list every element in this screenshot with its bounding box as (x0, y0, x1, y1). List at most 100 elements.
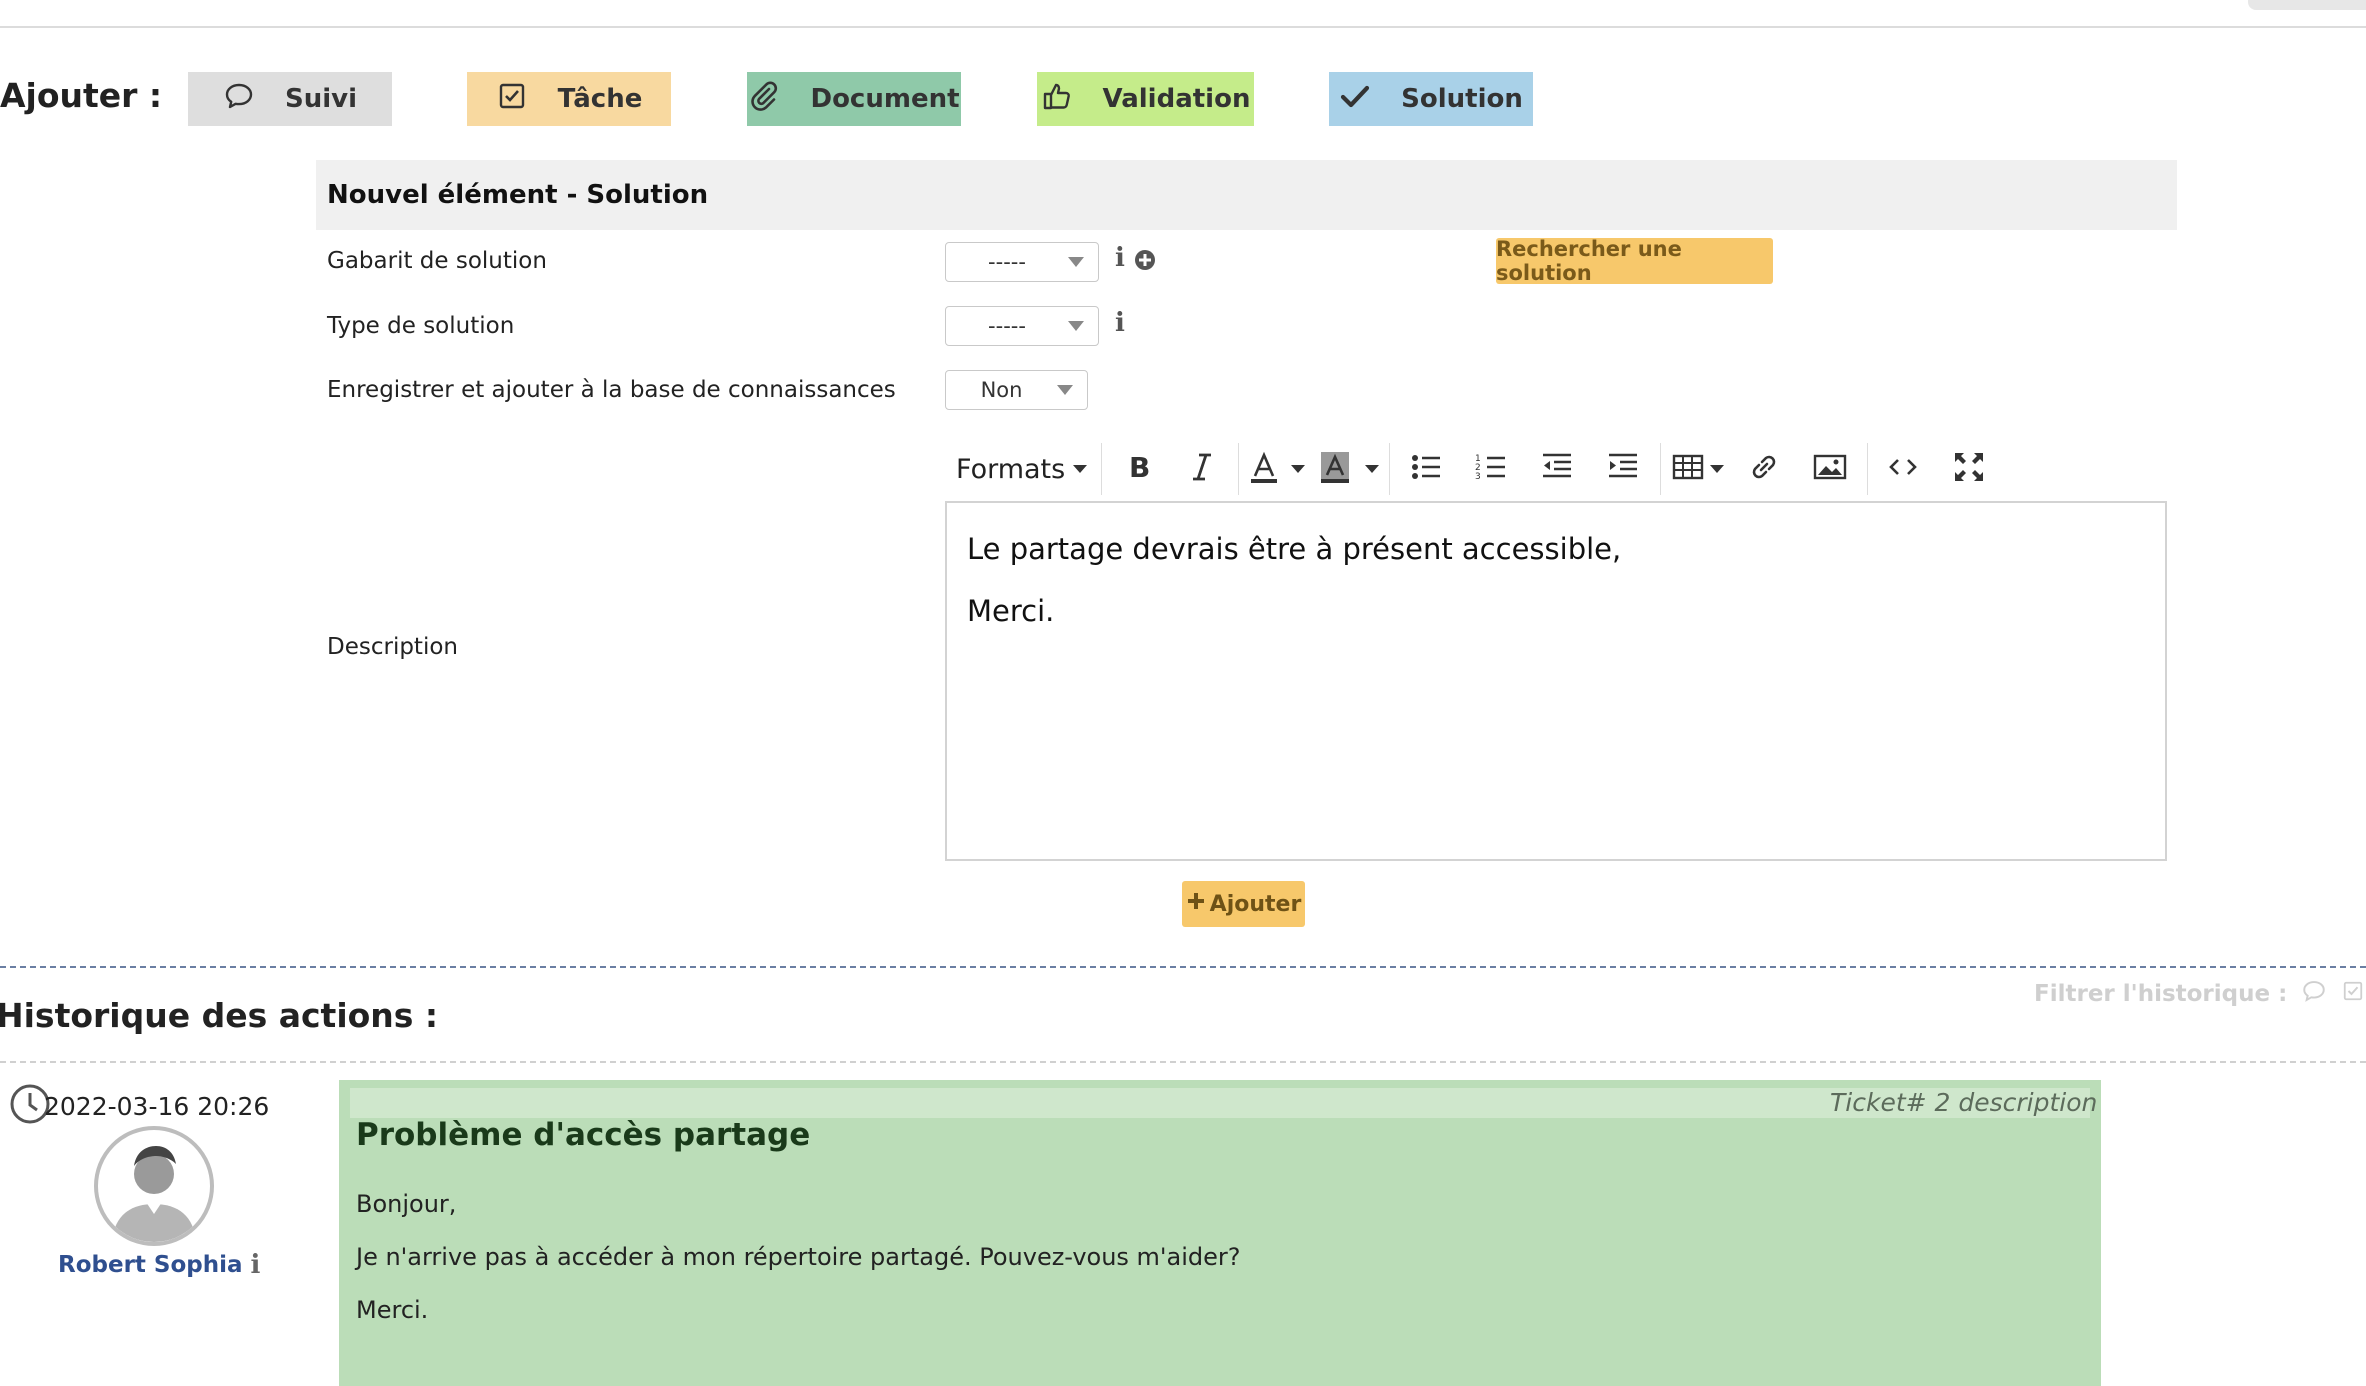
add-label: Ajouter : (0, 76, 163, 115)
chevron-down-icon (1068, 257, 1084, 267)
avatar (94, 1126, 214, 1246)
ticket-line: Bonjour, (356, 1190, 457, 1218)
info-icon[interactable]: i (1115, 308, 1125, 338)
background-color-menu[interactable] (1359, 440, 1385, 498)
editor-line: Le partage devrais être à présent access… (967, 532, 1622, 566)
filter-label: Filtrer l'historique : (2034, 981, 2288, 1007)
add-followup-label: Suivi (284, 84, 357, 114)
history-divider (0, 1061, 2366, 1063)
search-solution-button[interactable]: Rechercher une solution (1496, 237, 1773, 285)
chevron-down-icon (1068, 321, 1084, 331)
ticket-line: Merci. (356, 1296, 429, 1324)
add-validation-label: Validation (1102, 84, 1251, 114)
code-icon (1886, 450, 1920, 488)
add-circle-icon[interactable] (1134, 249, 1156, 275)
numbered-list-icon: 123 (1474, 450, 1508, 488)
author-link[interactable]: Robert Sophia i (58, 1250, 260, 1280)
template-select[interactable]: ----- (945, 242, 1099, 282)
formats-label: Formats (956, 453, 1066, 485)
add-validation-button[interactable]: Validation (1037, 72, 1254, 126)
fullscreen-icon (1952, 450, 1986, 488)
check-icon (1339, 80, 1371, 119)
kb-select[interactable]: Non (945, 370, 1088, 410)
chevron-down-icon (1073, 465, 1088, 473)
source-code-button[interactable] (1872, 440, 1934, 498)
description-editor[interactable]: Le partage devrais être à présent access… (945, 501, 2167, 861)
text-color-icon (1247, 450, 1281, 488)
chevron-down-icon (1057, 385, 1073, 395)
comment-icon[interactable] (2301, 978, 2327, 1010)
bullet-list-button[interactable] (1394, 440, 1458, 498)
add-task-label: Tâche (557, 84, 643, 114)
italic-icon (1185, 450, 1219, 488)
table-icon (1672, 450, 1706, 488)
image-icon (1813, 450, 1847, 488)
type-select[interactable]: ----- (945, 306, 1099, 346)
svg-text:B: B (1129, 451, 1150, 484)
info-icon[interactable]: i (251, 1250, 261, 1280)
kb-label: Enregistrer et ajouter à la base de conn… (327, 377, 896, 403)
editor-toolbar: Formats B 123 (946, 440, 2036, 498)
plus-icon (1186, 891, 1206, 917)
add-followup-button[interactable]: Suivi (188, 72, 392, 126)
ticket-card-header (350, 1088, 2090, 1118)
chevron-down-icon (1291, 465, 1306, 473)
info-icon[interactable]: i (1115, 243, 1125, 273)
chevron-down-icon (1365, 465, 1380, 473)
editor-line: Merci. (967, 594, 1055, 628)
comment-icon (223, 80, 255, 119)
toolbar-divider (1867, 443, 1869, 495)
fullscreen-button[interactable] (1934, 440, 2004, 498)
chevron-down-icon (1710, 465, 1725, 473)
bold-button[interactable]: B (1106, 440, 1170, 498)
outdent-button[interactable] (1524, 440, 1590, 498)
history-title: Historique des actions : (0, 996, 439, 1035)
template-label: Gabarit de solution (327, 248, 547, 274)
indent-button[interactable] (1590, 440, 1656, 498)
type-select-value: ----- (988, 314, 1026, 338)
indent-icon (1606, 450, 1640, 488)
checkbox-icon (496, 80, 528, 119)
author-name: Robert Sophia (58, 1252, 243, 1278)
highlight-color-icon (1318, 450, 1352, 488)
toolbar-divider (1238, 443, 1240, 495)
background-color-button[interactable] (1311, 440, 1359, 498)
add-solution-button[interactable]: Solution (1329, 72, 1533, 126)
text-color-button[interactable] (1243, 440, 1285, 498)
toolbar-divider (1101, 443, 1103, 495)
formats-dropdown[interactable]: Formats (946, 440, 1097, 498)
add-document-label: Document (810, 84, 960, 114)
type-label: Type de solution (327, 313, 515, 339)
image-button[interactable] (1797, 440, 1863, 498)
link-icon (1747, 450, 1781, 488)
kb-select-value: Non (980, 378, 1023, 402)
submit-add-label: Ajouter (1209, 891, 1302, 917)
bold-icon: B (1121, 450, 1155, 488)
checkbox-icon[interactable] (2341, 979, 2365, 1009)
ticket-reference: Ticket# 2 description (1830, 1088, 2098, 1117)
toolbar-divider (1660, 443, 1662, 495)
history-filter: Filtrer l'historique : (2034, 978, 2365, 1010)
add-solution-label: Solution (1401, 84, 1523, 114)
link-button[interactable] (1731, 440, 1797, 498)
description-label: Description (327, 634, 458, 660)
form-title: Nouvel élément - Solution (327, 180, 709, 210)
add-document-button[interactable]: Document (747, 72, 961, 126)
paperclip-icon (748, 80, 780, 119)
table-button[interactable] (1665, 440, 1731, 498)
ticket-line: Je n'arrive pas à accéder à mon répertoi… (356, 1243, 1241, 1271)
thumbs-up-icon (1041, 80, 1073, 119)
italic-button[interactable] (1170, 440, 1234, 498)
section-divider (0, 966, 2366, 968)
text-color-menu[interactable] (1285, 440, 1311, 498)
ticket-title: Problème d'accès partage (356, 1117, 811, 1153)
top-divider (0, 26, 2366, 28)
add-task-button[interactable]: Tâche (467, 72, 671, 126)
template-select-value: ----- (988, 250, 1026, 274)
outdent-icon (1540, 450, 1574, 488)
numbered-list-button[interactable]: 123 (1458, 440, 1524, 498)
bullet-list-icon (1409, 450, 1443, 488)
toolbar-divider (1389, 443, 1391, 495)
entry-timestamp: 2022-03-16 20:26 (44, 1092, 270, 1121)
submit-add-button[interactable]: Ajouter (1182, 881, 1305, 927)
